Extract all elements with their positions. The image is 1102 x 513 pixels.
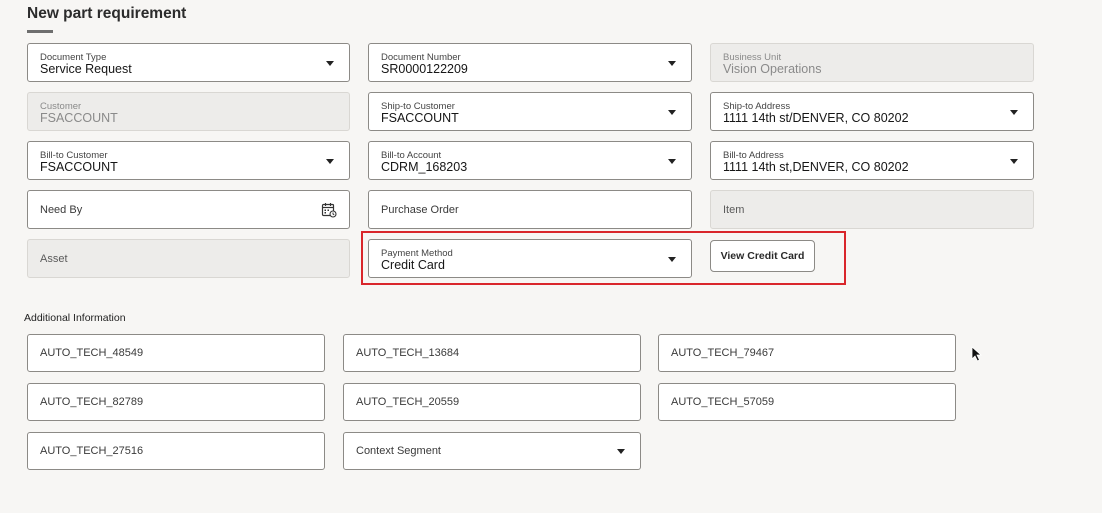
chevron-down-icon[interactable] bbox=[1010, 158, 1018, 164]
additional-info-field[interactable]: AUTO_TECH_13684 bbox=[343, 334, 641, 372]
chevron-down-icon[interactable] bbox=[668, 109, 676, 115]
ship-to-address-value: 1111 14th st/DENVER, CO 80202 bbox=[723, 111, 909, 125]
additional-information-heading: Additional Information bbox=[24, 312, 126, 324]
chevron-down-icon[interactable] bbox=[326, 60, 334, 66]
additional-info-placeholder: AUTO_TECH_48549 bbox=[40, 347, 144, 359]
additional-info-field[interactable]: AUTO_TECH_82789 bbox=[27, 383, 325, 421]
title-underline bbox=[27, 30, 53, 33]
purchase-order-input[interactable]: Purchase Order bbox=[368, 190, 692, 229]
item-field: Item bbox=[710, 190, 1034, 229]
bill-to-address-value: 1111 14th st,DENVER, CO 80202 bbox=[723, 160, 909, 174]
chevron-down-icon[interactable] bbox=[617, 449, 625, 454]
additional-info-field[interactable]: AUTO_TECH_79467 bbox=[658, 334, 956, 372]
context-segment-select[interactable]: Context Segment bbox=[343, 432, 641, 470]
ship-to-address-select[interactable]: Ship-to Address 1111 14th st/DENVER, CO … bbox=[710, 92, 1034, 131]
bill-to-customer-select[interactable]: Bill-to Customer FSACCOUNT bbox=[27, 141, 350, 180]
additional-info-field[interactable]: AUTO_TECH_27516 bbox=[27, 432, 325, 470]
context-segment-placeholder: Context Segment bbox=[356, 445, 441, 457]
additional-info-placeholder: AUTO_TECH_20559 bbox=[356, 396, 460, 408]
item-placeholder: Item bbox=[723, 203, 745, 216]
additional-info-placeholder: AUTO_TECH_79467 bbox=[671, 347, 775, 359]
asset-placeholder: Asset bbox=[40, 252, 68, 265]
bill-to-address-select[interactable]: Bill-to Address 1111 14th st,DENVER, CO … bbox=[710, 141, 1034, 180]
additional-info-field[interactable]: AUTO_TECH_48549 bbox=[27, 334, 325, 372]
additional-info-placeholder: AUTO_TECH_82789 bbox=[40, 396, 144, 408]
document-type-select[interactable]: Document Type Service Request bbox=[27, 43, 350, 82]
additional-info-field[interactable]: AUTO_TECH_57059 bbox=[658, 383, 956, 421]
page-title: New part requirement bbox=[27, 5, 187, 22]
customer-value: FSACCOUNT bbox=[40, 111, 118, 125]
business-unit-field: Business Unit Vision Operations bbox=[710, 43, 1034, 82]
additional-info-placeholder: AUTO_TECH_27516 bbox=[40, 445, 144, 457]
chevron-down-icon[interactable] bbox=[1010, 109, 1018, 115]
highlight-box bbox=[361, 231, 846, 285]
bill-to-customer-value: FSACCOUNT bbox=[40, 160, 118, 174]
ship-to-customer-value: FSACCOUNT bbox=[381, 111, 459, 125]
chevron-down-icon[interactable] bbox=[668, 158, 676, 164]
additional-info-placeholder: AUTO_TECH_13684 bbox=[356, 347, 460, 359]
chevron-down-icon[interactable] bbox=[668, 60, 676, 66]
document-number-select[interactable]: Document Number SR0000122209 bbox=[368, 43, 692, 82]
calendar-icon[interactable] bbox=[321, 202, 337, 218]
additional-info-field[interactable]: AUTO_TECH_20559 bbox=[343, 383, 641, 421]
document-number-value: SR0000122209 bbox=[381, 62, 468, 76]
business-unit-value: Vision Operations bbox=[723, 62, 822, 76]
chevron-down-icon[interactable] bbox=[326, 158, 334, 164]
mouse-cursor-icon bbox=[971, 346, 983, 362]
document-type-value: Service Request bbox=[40, 62, 132, 76]
need-by-date-input[interactable]: Need By bbox=[27, 190, 350, 229]
additional-info-placeholder: AUTO_TECH_57059 bbox=[671, 396, 775, 408]
asset-field: Asset bbox=[27, 239, 350, 278]
customer-field: Customer FSACCOUNT bbox=[27, 92, 350, 131]
bill-to-account-select[interactable]: Bill-to Account CDRM_168203 bbox=[368, 141, 692, 180]
bill-to-account-value: CDRM_168203 bbox=[381, 160, 468, 174]
purchase-order-placeholder: Purchase Order bbox=[381, 203, 459, 216]
need-by-placeholder: Need By bbox=[40, 203, 83, 216]
ship-to-customer-select[interactable]: Ship-to Customer FSACCOUNT bbox=[368, 92, 692, 131]
